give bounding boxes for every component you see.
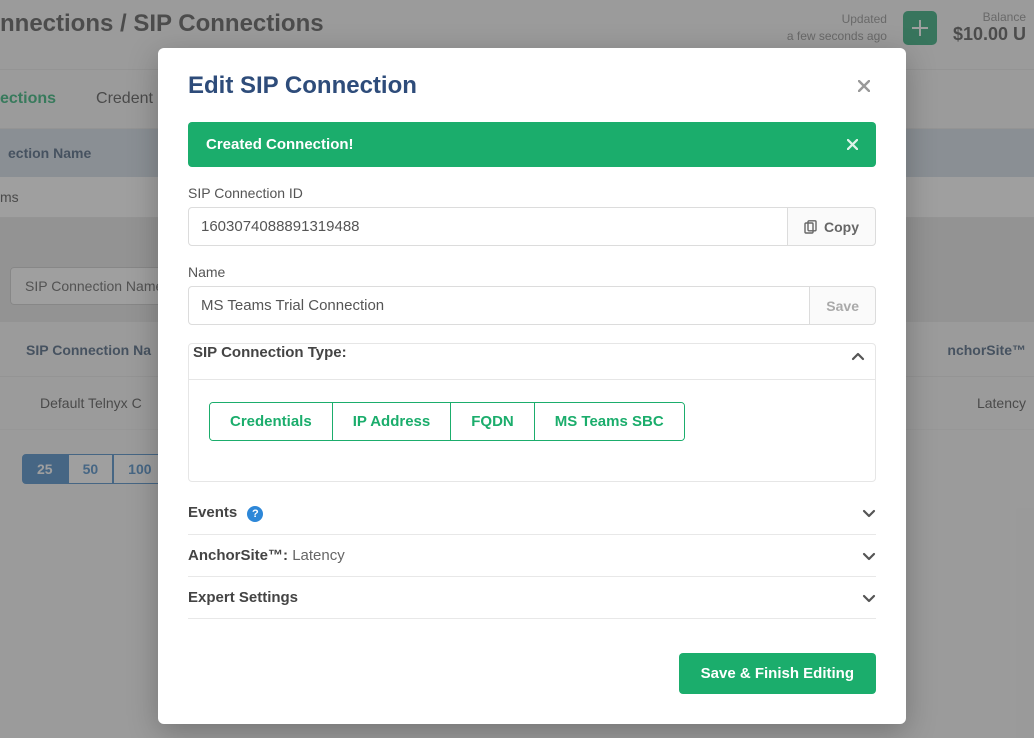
name-input[interactable] xyxy=(188,286,810,325)
chevron-up-icon xyxy=(851,350,865,364)
modal-title: Edit SIP Connection xyxy=(188,72,417,100)
alert-close-button[interactable] xyxy=(847,139,858,150)
copy-icon xyxy=(804,220,818,234)
expert-settings-section: Expert Settings xyxy=(188,577,876,619)
type-ip-address-button[interactable]: IP Address xyxy=(333,403,452,440)
close-icon xyxy=(847,139,858,150)
type-credentials-button[interactable]: Credentials xyxy=(210,403,333,440)
name-label: Name xyxy=(188,264,876,280)
alert-text: Created Connection! xyxy=(206,136,354,153)
sip-connection-type-section: SIP Connection Type: Credentials IP Addr… xyxy=(188,343,876,482)
chevron-down-icon xyxy=(862,549,876,563)
type-fqdn-button[interactable]: FQDN xyxy=(451,403,535,440)
anchorsite-section: AnchorSite™: Latency xyxy=(188,535,876,577)
sip-id-label: SIP Connection ID xyxy=(188,185,876,201)
help-icon[interactable]: ? xyxy=(247,506,263,522)
chevron-down-icon xyxy=(862,591,876,605)
copy-button[interactable]: Copy xyxy=(787,207,876,246)
expert-settings-toggle[interactable]: Expert Settings xyxy=(188,589,876,606)
save-name-button[interactable]: Save xyxy=(809,286,876,325)
type-ms-teams-sbc-button[interactable]: MS Teams SBC xyxy=(535,403,684,440)
anchorsite-toggle[interactable]: AnchorSite™: Latency xyxy=(188,547,876,564)
events-toggle[interactable]: Events ? xyxy=(188,504,876,522)
connection-type-group: Credentials IP Address FQDN MS Teams SBC xyxy=(209,402,685,441)
sip-connection-type-toggle[interactable]: SIP Connection Type: xyxy=(189,344,875,369)
success-alert: Created Connection! xyxy=(188,122,876,167)
save-finish-button[interactable]: Save & Finish Editing xyxy=(679,653,876,694)
chevron-down-icon xyxy=(862,506,876,520)
edit-sip-connection-modal: Edit SIP Connection Created Connection! … xyxy=(158,48,906,724)
sip-id-input[interactable] xyxy=(188,207,788,246)
events-section: Events ? xyxy=(188,492,876,535)
modal-close-button[interactable] xyxy=(852,76,876,96)
close-icon xyxy=(858,80,870,92)
